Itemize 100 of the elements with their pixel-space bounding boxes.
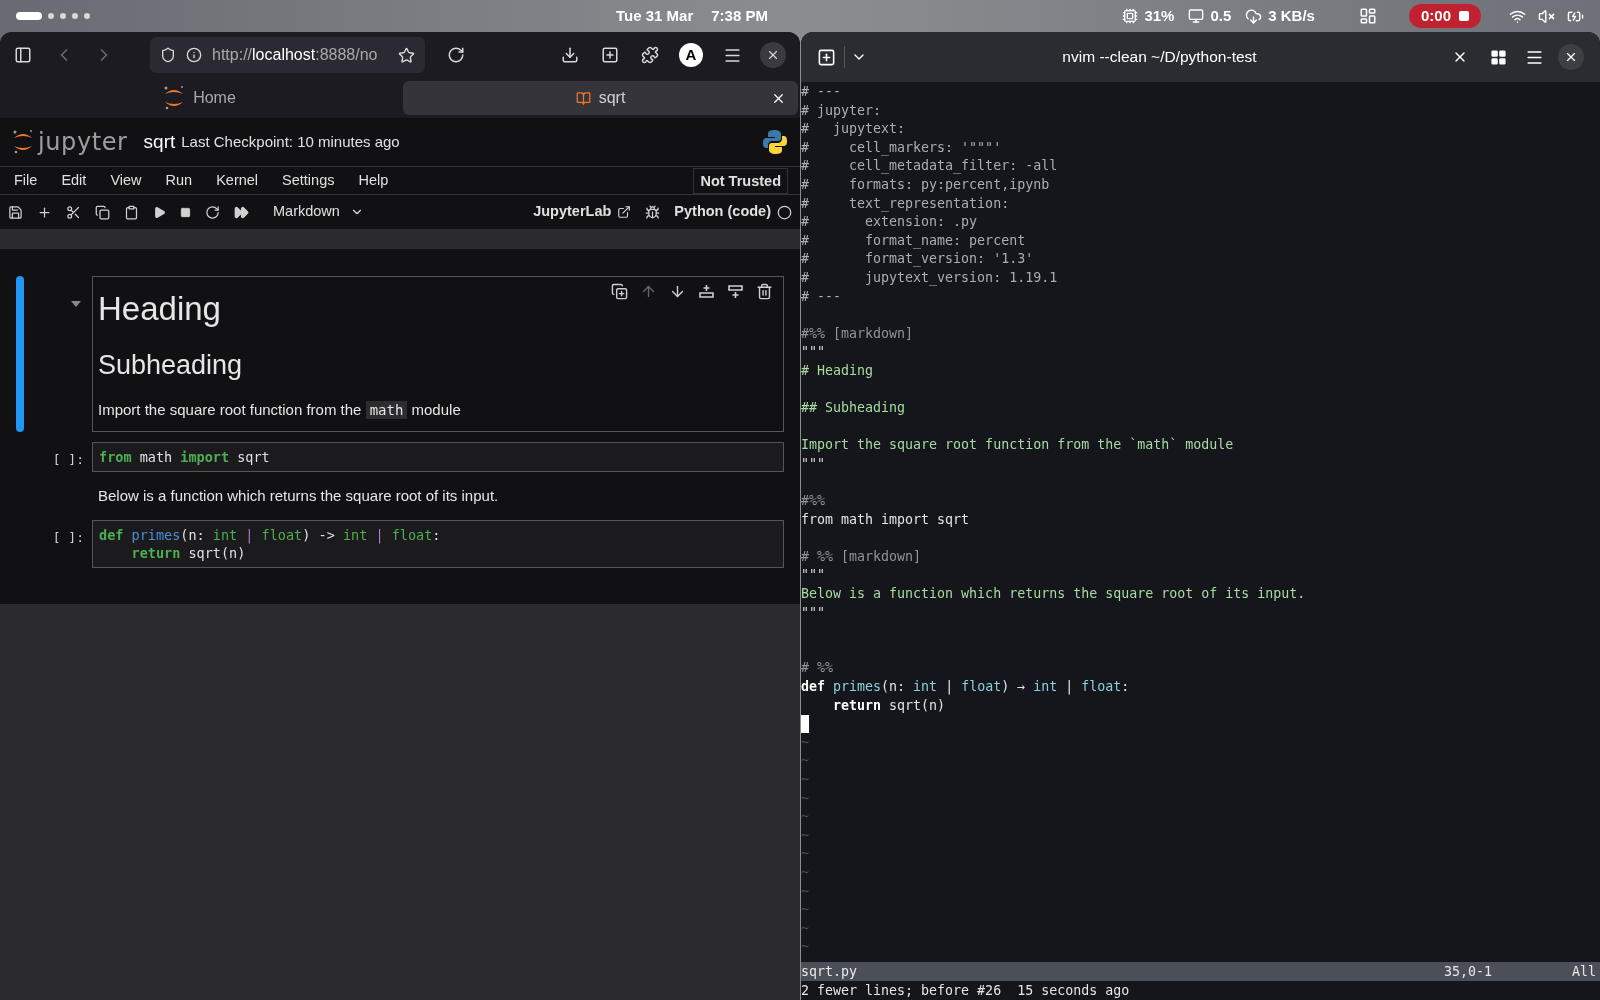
cell-prompt: [ ]: — [51, 529, 85, 547]
workspace-indicator[interactable] — [72, 13, 78, 19]
download-icon[interactable] — [561, 46, 579, 64]
menu-item[interactable]: Kernel — [204, 169, 271, 192]
code-cell[interactable]: from math import sqrt — [92, 442, 784, 472]
reload-icon[interactable] — [447, 46, 465, 64]
recording-indicator[interactable]: 0:00 — [1408, 4, 1481, 28]
markdown-cell[interactable]: Below is a function which returns the square root of its input. — [92, 482, 784, 510]
notebook-name[interactable]: sqrt — [143, 127, 176, 157]
sidebar-toggle-icon[interactable] — [14, 46, 32, 64]
grid-view-icon[interactable] — [1490, 48, 1507, 66]
code-line: # format_version: '1.3' — [801, 250, 1035, 269]
close-window-button[interactable] — [1558, 44, 1584, 70]
delete-cell-icon[interactable] — [756, 283, 773, 300]
jupyterlab-link[interactable]: JupyterLab — [533, 201, 612, 223]
empty-line-marker: ~ — [801, 770, 809, 789]
layout-icon[interactable] — [1358, 7, 1377, 25]
monitor-icon — [1188, 8, 1205, 24]
workspace-indicator[interactable] — [84, 13, 90, 19]
code-line: return sqrt(n) — [130, 544, 247, 562]
code-line: # jupytext: — [801, 120, 907, 139]
extensions-icon[interactable] — [641, 46, 659, 64]
cell-type-dropdown[interactable]: Markdown — [273, 201, 364, 223]
code-line: # %% [markdown] — [801, 547, 923, 566]
code-line: return sqrt(n) — [832, 696, 947, 715]
bug-icon[interactable] — [645, 204, 661, 220]
code-line: # %% — [801, 659, 835, 678]
code-line: # --- — [801, 287, 843, 306]
code-line: # extension: .py — [801, 213, 979, 232]
restart-icon[interactable] — [205, 204, 220, 220]
jupyter-logo-icon — [163, 85, 186, 111]
insert-below-icon[interactable] — [727, 283, 744, 300]
cell-prompt: [ ]: — [51, 451, 85, 469]
code-line: Import the square root function from the `math` module — [801, 436, 1235, 455]
browser-tab[interactable]: Home — [2, 81, 397, 115]
url-bar[interactable]: http://localhost:8888/no — [150, 37, 425, 73]
code-line: #%% [markdown] — [801, 324, 915, 343]
jupyter-logo-icon — [12, 129, 34, 155]
account-avatar[interactable]: A — [679, 43, 703, 67]
code-line: """ — [801, 603, 827, 622]
workspace-indicator[interactable] — [60, 13, 66, 19]
new-tab-icon[interactable] — [817, 47, 836, 67]
menu-item[interactable]: View — [98, 169, 154, 192]
empty-line-marker: ~ — [801, 752, 809, 771]
code-line: #%% — [801, 492, 827, 511]
scroll-position: All — [1571, 962, 1596, 981]
subheading: Subheading — [98, 349, 243, 381]
menu-item[interactable]: Run — [153, 169, 205, 192]
markdown-cell[interactable]: Heading Subheading Import the square root function from the math module — [92, 276, 784, 432]
external-link-icon[interactable] — [617, 205, 632, 219]
code-line: # jupyter: — [801, 101, 883, 120]
close-icon — [1564, 50, 1578, 64]
shield-icon[interactable] — [160, 47, 176, 63]
move-up-icon[interactable] — [640, 283, 657, 300]
code-line: Below is a function which returns the square root of its input. — [801, 585, 1307, 604]
insert-above-icon[interactable] — [698, 283, 715, 300]
menu-item[interactable]: Help — [346, 169, 401, 192]
cpu-usage: 31% — [1144, 5, 1175, 26]
menu-item[interactable]: Edit — [49, 169, 99, 192]
code-line: """ — [801, 343, 827, 362]
new-tab-icon[interactable] — [601, 46, 619, 64]
collapse-caret-icon[interactable] — [70, 300, 82, 308]
duplicate-cell-icon[interactable] — [611, 283, 628, 300]
info-icon[interactable] — [186, 47, 202, 63]
code-cell[interactable]: def primes(n: int | float) -> int | float: return sqrt(n) — [92, 520, 784, 568]
save-icon[interactable] — [8, 204, 23, 220]
notebook-icon — [575, 90, 591, 106]
kernel-name[interactable]: Python (code) — [674, 201, 771, 223]
speaker-muted-icon[interactable] — [1538, 7, 1555, 25]
jupyter-logo-text: jupyter — [38, 127, 128, 158]
code-line: """ — [801, 454, 827, 473]
terminal-title: nvim --clean ~/D/python-test — [1062, 48, 1257, 66]
code-line: """ — [801, 566, 827, 585]
empty-line-marker: ~ — [801, 789, 809, 808]
bookmark-star-icon[interactable] — [398, 46, 415, 64]
checkpoint-text: Last Checkpoint: 10 minutes ago — [181, 131, 400, 152]
not-trusted-button[interactable]: Not Trusted — [693, 167, 788, 194]
code-line: # --- — [801, 83, 843, 101]
close-window-button[interactable] — [760, 42, 786, 68]
empty-line-marker: ~ — [801, 938, 809, 957]
browser-tab[interactable]: sqrt — [403, 81, 798, 115]
copy-icon[interactable] — [95, 204, 110, 220]
menu-item[interactable]: File — [2, 169, 50, 192]
run-icon[interactable] — [153, 205, 166, 219]
paste-icon[interactable] — [124, 204, 139, 220]
run-all-icon[interactable] — [234, 204, 249, 220]
date-text: Tue 31 Mar — [616, 5, 694, 26]
code-line: # jupytext_version: 1.19.1 — [801, 268, 1059, 288]
code-line: # cell_metadata_filter: -all — [801, 157, 1059, 176]
workspace-indicator[interactable] — [16, 12, 42, 20]
empty-line-marker: ~ — [801, 901, 809, 920]
workspace-indicator[interactable] — [48, 13, 54, 19]
empty-line-marker: ~ — [801, 808, 809, 827]
add-cell-icon[interactable] — [37, 204, 52, 220]
cut-icon[interactable] — [66, 204, 81, 220]
close-icon — [766, 48, 780, 62]
move-down-icon[interactable] — [669, 283, 686, 300]
empty-line-marker: ~ — [801, 919, 809, 938]
stop-icon[interactable] — [180, 206, 191, 218]
menu-item[interactable]: Settings — [270, 169, 347, 192]
